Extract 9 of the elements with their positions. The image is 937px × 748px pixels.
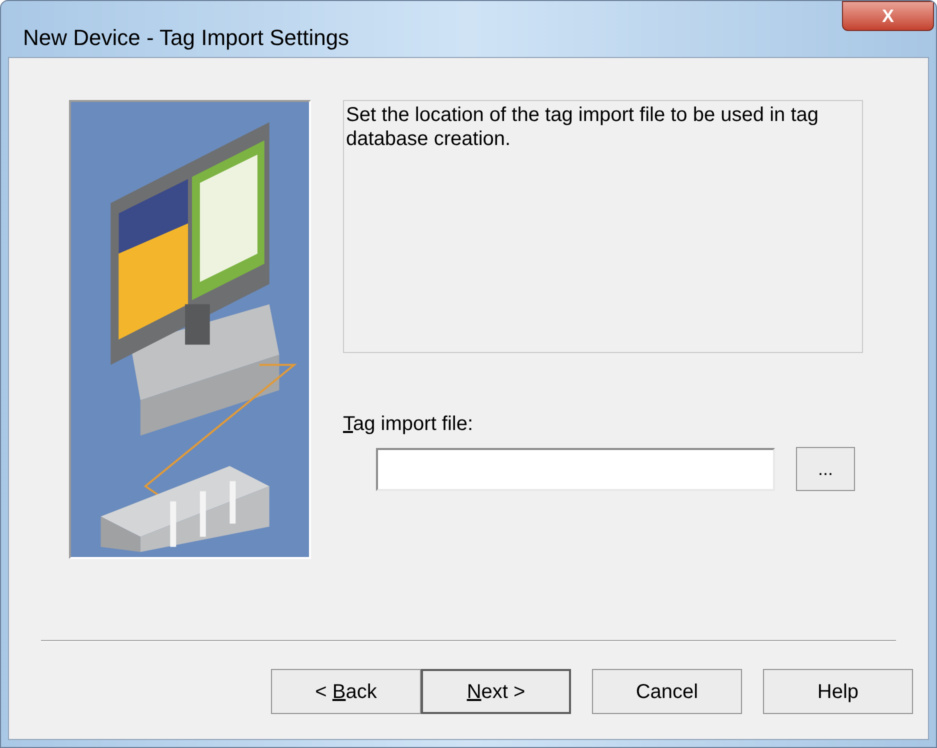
browse-button[interactable]: ...	[796, 447, 855, 491]
window-title: New Device - Tag Import Settings	[23, 24, 350, 52]
description-text: Set the location of the tag import file to be used in tag database creation.	[346, 103, 820, 151]
input-field[interactable]	[376, 448, 775, 490]
field-label: Tag import file:	[343, 412, 474, 437]
dialog-button[interactable]: Cancel	[592, 669, 742, 714]
dialog-button[interactable]: Help	[763, 669, 913, 714]
dialog-button[interactable]: Next >	[421, 669, 571, 714]
dialog-button[interactable]: < Back	[271, 669, 421, 714]
